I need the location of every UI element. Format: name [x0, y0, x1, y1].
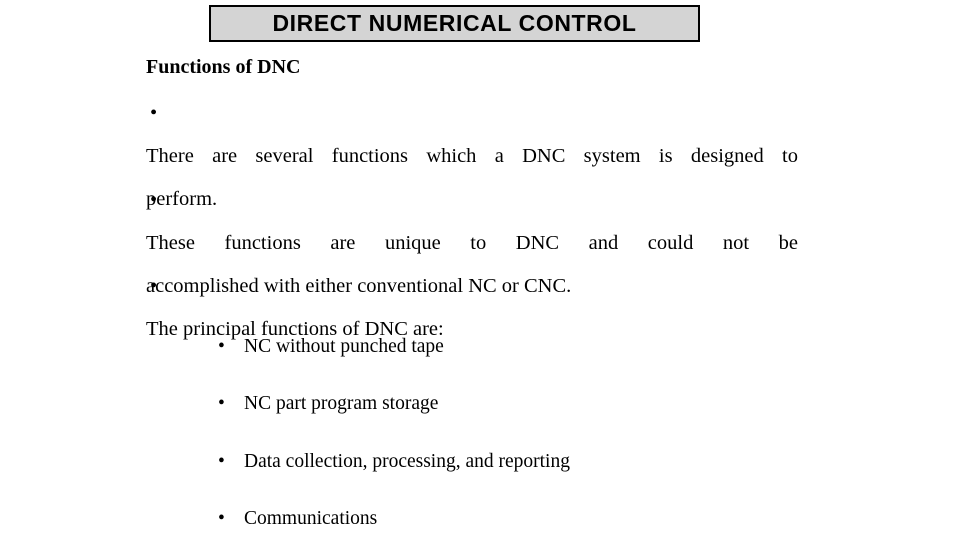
sub-bullet-marker-icon: • — [218, 508, 225, 529]
sub-bullet-text: Data collection, processing, and reporti… — [244, 451, 570, 472]
bullet-marker-icon: • — [150, 275, 158, 297]
bullet-marker-icon: • — [150, 189, 158, 211]
sub-bullet-item: • NC part program storage — [218, 382, 438, 425]
sub-bullet-marker-icon: • — [218, 393, 225, 414]
bullet-line: There are several functions which a DNC … — [146, 145, 798, 167]
sub-bullet-text: Communications — [244, 508, 378, 529]
sub-bullet-marker-icon: • — [218, 336, 225, 357]
slide-canvas: DIRECT NUMERICAL CONTROL Functions of DN… — [0, 0, 960, 540]
sub-bullet-marker-icon: • — [218, 451, 225, 472]
sub-bullet-item: • NC without punched tape — [218, 325, 444, 368]
bullet-line: These functions are unique to DNC and co… — [146, 232, 798, 254]
bullet-marker-icon: • — [150, 102, 158, 124]
sub-bullet-item: • Data collection, processing, and report… — [218, 440, 570, 483]
slide-body: • There are several functions which a DN… — [0, 0, 960, 540]
sub-bullet-item: • Communications — [218, 497, 377, 540]
sub-bullet-text: NC without punched tape — [244, 336, 444, 357]
sub-bullet-text: NC part program storage — [244, 393, 439, 414]
